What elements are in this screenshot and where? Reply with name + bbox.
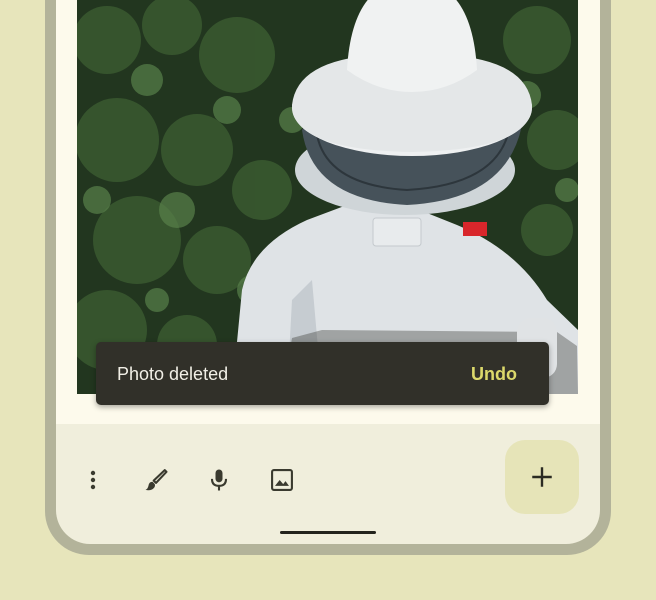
mic-icon — [210, 469, 228, 491]
note-photo[interactable] — [77, 0, 578, 394]
beekeeper-photo — [77, 0, 578, 394]
image-icon — [271, 469, 293, 491]
more-options-button[interactable] — [75, 462, 111, 498]
snackbar-message: Photo deleted — [117, 364, 229, 384]
new-note-fab[interactable] — [505, 440, 579, 514]
add-icon — [532, 467, 552, 487]
voice-note-button[interactable] — [201, 462, 237, 498]
add-image-button[interactable] — [264, 462, 300, 498]
snackbar: Photo deleted Undo — [96, 342, 549, 405]
undo-button[interactable]: Undo — [471, 363, 517, 385]
app-screen: Photo deleted Undo — [56, 0, 600, 544]
more-vert-icon — [90, 470, 96, 490]
brush-icon — [145, 469, 168, 491]
drawing-button[interactable] — [138, 462, 174, 498]
home-indicator[interactable] — [280, 531, 376, 534]
